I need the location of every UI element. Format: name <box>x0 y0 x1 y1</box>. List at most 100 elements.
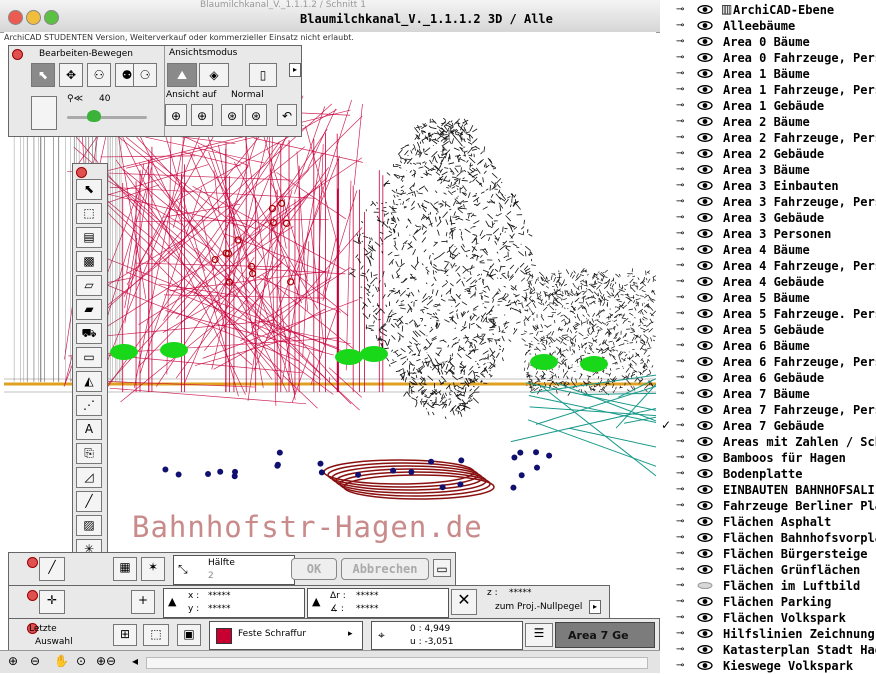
layer-row[interactable]: ⊸Flächen Volkspark <box>660 610 876 626</box>
speed-slider-track[interactable] <box>67 116 147 119</box>
layer-row[interactable]: ⊸Area 7 Bäume <box>660 386 876 402</box>
layer-row[interactable]: ⊸Alleebäume <box>660 18 876 34</box>
snap-cross-icon[interactable]: ✛ <box>39 590 65 614</box>
layer-row[interactable]: ⊸Area 4 Fahrzeuge, Pers <box>660 258 876 274</box>
box-view-icon[interactable]: ▯ <box>249 63 277 87</box>
lock-icon[interactable]: ⊸ <box>676 324 688 335</box>
eye-icon[interactable] <box>697 629 713 638</box>
view-side-icon[interactable]: ⊕ <box>191 104 213 126</box>
eye-icon[interactable] <box>697 309 713 318</box>
lock-icon[interactable]: ⊸ <box>676 276 688 287</box>
magic-wand-icon[interactable]: ✶ <box>141 557 165 581</box>
layer-row[interactable]: ⊸Area 7 Fahrzeuge, Pers <box>660 402 876 418</box>
lock-icon[interactable]: ⊸ <box>676 532 688 543</box>
eye-icon[interactable] <box>697 293 713 302</box>
eye-icon[interactable] <box>697 325 713 334</box>
view-down-icon[interactable]: ⊛ <box>245 104 267 126</box>
layer-row[interactable]: ⊸Area 6 Gebäude <box>660 370 876 386</box>
coord-box-close-button[interactable] <box>27 590 38 601</box>
eye-icon[interactable] <box>697 181 713 190</box>
lock-icon[interactable]: ⊸ <box>676 260 688 271</box>
eye-icon[interactable] <box>697 453 713 462</box>
eye-icon[interactable] <box>697 21 713 30</box>
layer-row[interactable]: ⊸Flächen Grünflächen <box>660 562 876 578</box>
layer-row[interactable]: ⊸Area 5 Fahrzeuge. Pers <box>660 306 876 322</box>
lock-icon[interactable]: ⊸ <box>676 468 688 479</box>
layer-row[interactable]: ⊸Area 1 Bäume <box>660 66 876 82</box>
text-tool-icon[interactable]: A <box>76 419 102 440</box>
zoom-in-icon[interactable]: ⊕ <box>8 654 18 668</box>
fill-icon[interactable]: ▣ <box>177 624 201 646</box>
info-box-close-button[interactable] <box>27 557 38 568</box>
lock-icon[interactable]: ⊸ <box>676 116 688 127</box>
layer-row[interactable]: ⊸Area 2 Gebäude <box>660 146 876 162</box>
zoom-out-icon[interactable]: ⊖ <box>30 654 40 668</box>
method-icon[interactable]: ▦ <box>113 557 137 581</box>
layer-row[interactable]: ⊸Fahrzeuge Berliner Plat <box>660 498 876 514</box>
fit-zoom-icon[interactable]: ⊙ <box>76 654 86 668</box>
slab-tool-icon[interactable]: ▰ <box>76 299 102 320</box>
eye-icon[interactable] <box>697 517 713 526</box>
lock-icon[interactable]: ⊸ <box>676 420 688 431</box>
scroll-left-icon[interactable]: ◂ <box>132 654 138 668</box>
eye-icon[interactable] <box>697 5 713 14</box>
view-up-icon[interactable]: ⊛ <box>221 104 243 126</box>
horizontal-scrollbar[interactable] <box>146 657 648 669</box>
eye-icon[interactable] <box>697 53 713 62</box>
lock-icon[interactable]: ⊸ <box>676 452 688 463</box>
palette-menu-arrow-icon[interactable]: ▸ <box>289 63 301 77</box>
fill-tool-icon[interactable]: ▭ <box>76 347 102 368</box>
undo-view-icon[interactable]: ↶ <box>277 104 297 126</box>
zoom-window-button[interactable] <box>44 10 59 25</box>
eye-icon[interactable] <box>697 85 713 94</box>
lock-icon[interactable]: ⊸ <box>676 100 688 111</box>
lock-icon[interactable]: ⊸ <box>676 132 688 143</box>
marquee-icon[interactable]: ⬚ <box>143 624 169 646</box>
layer-row[interactable]: ⊸Area 4 Bäume <box>660 242 876 258</box>
eye-icon[interactable] <box>697 245 713 254</box>
eye-icon[interactable] <box>697 197 713 206</box>
minimize-window-button[interactable] <box>26 10 41 25</box>
rotate-person-icon[interactable]: ⚆ <box>133 63 157 87</box>
plus-icon[interactable]: + <box>131 590 155 614</box>
roof-tool-icon[interactable]: ◭ <box>76 371 102 392</box>
lock-icon[interactable]: ⊸ <box>676 500 688 511</box>
label-tool-icon[interactable]: ⎘ <box>76 443 102 464</box>
layer-row[interactable]: ⊸Area 5 Bäume <box>660 290 876 306</box>
lock-icon[interactable]: ⊸ <box>676 244 688 255</box>
lock-icon[interactable]: ⊸ <box>676 164 688 175</box>
lock-icon[interactable]: ⊸ <box>676 52 688 63</box>
eye-icon[interactable] <box>697 661 713 670</box>
layer-row[interactable]: ⊸Bodenplatte <box>660 466 876 482</box>
layer-row[interactable]: ⊸Area 3 Personen <box>660 226 876 242</box>
eye-icon[interactable] <box>697 565 713 574</box>
eye-icon[interactable] <box>697 165 713 174</box>
layer-row[interactable]: ⊸Area 1 Fahrzeuge, Pers <box>660 82 876 98</box>
layer-row[interactable]: ⊸Area 2 Bäume <box>660 114 876 130</box>
line-tool-icon[interactable]: ╱ <box>39 557 65 581</box>
eye-icon[interactable] <box>697 613 713 622</box>
lock-icon[interactable]: ⊸ <box>676 564 688 575</box>
layer-row[interactable]: ⊸Flächen Bürgersteige <box>660 546 876 562</box>
lock-icon[interactable]: ⊸ <box>676 196 688 207</box>
info-box-menu-icon[interactable]: ▭ <box>433 559 451 577</box>
lock-icon[interactable]: ⊸ <box>676 596 688 607</box>
column-tool-icon[interactable]: ▩ <box>76 251 102 272</box>
snap-grid-icon[interactable]: ⊞ <box>113 624 137 646</box>
lock-icon[interactable]: ⊸ <box>676 4 688 15</box>
layer-row[interactable]: ✓⊸Area 7 Gebäude <box>660 418 876 434</box>
speed-slider-knob[interactable] <box>87 110 101 122</box>
axonometric-view-icon[interactable]: ◈ <box>199 63 229 87</box>
figure-tool-icon[interactable]: ▨ <box>76 515 102 536</box>
lock-icon[interactable]: ⊸ <box>676 612 688 623</box>
lock-icon[interactable]: ⊸ <box>676 68 688 79</box>
layer-row[interactable]: ⊸Katasterplan Stadt Hag <box>660 642 876 658</box>
layer-row[interactable]: ⊸Bamboos für Hagen <box>660 450 876 466</box>
eye-icon[interactable] <box>697 149 713 158</box>
orbit-person-icon[interactable]: ⚇ <box>87 63 111 87</box>
layer-stack-icon[interactable]: ☰ <box>525 623 553 647</box>
toolbox-close-button[interactable] <box>76 167 87 178</box>
lock-icon[interactable]: ⊸ <box>676 436 688 447</box>
lock-icon[interactable]: ⊸ <box>676 372 688 383</box>
layer-row[interactable]: ⊸Areas mit Zahlen / Schr <box>660 434 876 450</box>
